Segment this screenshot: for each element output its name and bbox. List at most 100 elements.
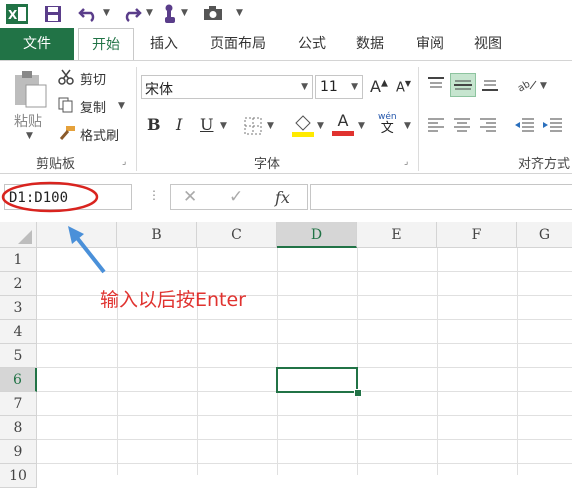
row-header-selected[interactable]: 6 (0, 368, 37, 392)
bold-button[interactable]: B (147, 115, 161, 134)
tab-data[interactable]: 数据 (346, 28, 394, 60)
tab-review[interactable]: 审阅 (406, 28, 454, 60)
tab-file[interactable]: 文件 (0, 28, 74, 60)
fill-handle[interactable] (354, 389, 362, 397)
cancel-icon[interactable]: ✕ (183, 187, 197, 207)
align-right-icon[interactable] (478, 117, 498, 133)
fill-color-dropdown-icon[interactable]: ▼ (317, 121, 324, 131)
clipboard-launcher-icon[interactable]: ⌟ (122, 157, 126, 167)
font-color-dropdown-icon[interactable]: ▼ (358, 121, 365, 131)
save-icon[interactable] (44, 5, 62, 23)
column-header[interactable]: F (437, 222, 517, 248)
font-color-label: A (337, 111, 349, 130)
customize-icon[interactable]: ▼ (236, 8, 243, 18)
column-header-selected[interactable]: D (277, 222, 357, 248)
format-painter-icon[interactable] (58, 125, 76, 141)
underline-button[interactable]: U (200, 115, 213, 134)
formula-buttons: ✕ ✓ fx (170, 184, 308, 210)
svg-text:X: X (8, 8, 18, 22)
phonetic-char: 文 (380, 121, 394, 136)
increase-indent-icon[interactable] (542, 117, 564, 133)
format-painter-button[interactable]: 格式刷 (80, 125, 119, 144)
row-header[interactable]: 5 (0, 344, 37, 368)
tab-view[interactable]: 视图 (464, 28, 512, 60)
font-launcher-icon[interactable]: ⌟ (404, 157, 408, 167)
formula-bar: D1:D100 ⋮ ✕ ✓ fx (0, 178, 572, 218)
camera-icon[interactable] (203, 5, 223, 21)
undo-icon[interactable] (78, 5, 100, 23)
align-left-icon[interactable] (426, 117, 446, 133)
excel-icon[interactable]: X (6, 4, 28, 24)
undo-dropdown-icon[interactable]: ▼ (103, 8, 110, 18)
divider (418, 67, 419, 171)
underline-dropdown-icon[interactable]: ▼ (220, 121, 227, 131)
column-header[interactable]: B (117, 222, 197, 248)
borders-icon[interactable] (244, 117, 262, 135)
gridline (517, 248, 518, 475)
ribbon-tabs: 文件 开始 插入 页面布局 公式 数据 审阅 视图 (0, 28, 572, 62)
column-header[interactable]: G (517, 222, 572, 248)
row-header[interactable]: 9 (0, 440, 37, 464)
font-size-select[interactable]: 11 ▼ (315, 75, 363, 99)
column-header[interactable]: C (197, 222, 277, 248)
decrease-font-icon[interactable]: A▼ (396, 79, 411, 95)
copy-dropdown-icon[interactable]: ▼ (118, 101, 125, 111)
copy-icon[interactable] (58, 97, 74, 113)
align-middle-button[interactable] (450, 73, 476, 97)
clipboard-group-label: 剪贴板 (36, 157, 76, 172)
annotation-arrow (68, 226, 106, 274)
redo-icon[interactable] (120, 5, 142, 23)
ribbon: 粘贴 ▼ 剪切 复制 ▼ 格式刷 剪贴板 ⌟ 宋体 ▼ 11 ▼ A▲ A▼ B… (0, 60, 572, 174)
tab-insert[interactable]: 插入 (140, 28, 188, 60)
borders-dropdown-icon[interactable]: ▼ (267, 121, 274, 131)
orientation-icon[interactable]: ab (516, 75, 538, 93)
copy-button[interactable]: 复制 (80, 97, 106, 116)
divider (136, 67, 137, 171)
row-header[interactable]: 1 (0, 248, 37, 272)
alignment-group-label: 对齐方式 (518, 157, 571, 172)
font-size-dropdown-icon[interactable]: ▼ (351, 82, 358, 92)
fill-color-icon[interactable] (292, 113, 314, 137)
decrease-indent-icon[interactable] (514, 117, 536, 133)
row-header[interactable]: 2 (0, 272, 37, 296)
touch-mode-icon[interactable] (162, 3, 178, 25)
redo-dropdown-icon[interactable]: ▼ (146, 8, 153, 18)
font-name-select[interactable]: 宋体 ▼ (141, 75, 313, 99)
insert-function-button[interactable]: fx (275, 188, 290, 207)
align-top-icon[interactable] (426, 75, 446, 93)
align-center-icon[interactable] (452, 117, 472, 133)
paste-icon[interactable] (12, 69, 48, 109)
gridline (437, 248, 438, 475)
increase-font-icon[interactable]: A▲ (370, 77, 388, 96)
row-header[interactable]: 8 (0, 416, 37, 440)
formula-bar-options-icon[interactable]: ⋮ (148, 188, 160, 202)
touch-dropdown-icon[interactable]: ▼ (181, 8, 188, 18)
tab-page-layout[interactable]: 页面布局 (200, 28, 276, 60)
font-color-swatch (332, 131, 354, 136)
font-name-value: 宋体 (145, 82, 173, 98)
select-all-corner[interactable] (0, 222, 37, 248)
svg-text:ab: ab (516, 79, 532, 93)
gridline (357, 248, 358, 475)
tab-home[interactable]: 开始 (78, 28, 134, 62)
cut-icon[interactable] (58, 69, 74, 85)
phonetic-guide-button[interactable]: wén 文 (378, 111, 397, 135)
italic-button[interactable]: I (176, 115, 182, 134)
font-color-button[interactable]: A (332, 111, 354, 137)
paste-dropdown-icon[interactable]: ▼ (26, 131, 33, 141)
column-header[interactable]: E (357, 222, 437, 248)
row-header[interactable]: 4 (0, 320, 37, 344)
paste-button[interactable]: 粘贴 (14, 111, 42, 131)
active-cell-D6[interactable] (276, 367, 358, 393)
align-bottom-icon[interactable] (480, 75, 500, 93)
row-header[interactable]: 7 (0, 392, 37, 416)
formula-input[interactable] (310, 184, 572, 210)
row-header[interactable]: 3 (0, 296, 37, 320)
cut-button[interactable]: 剪切 (80, 69, 106, 88)
phonetic-dropdown-icon[interactable]: ▼ (404, 121, 411, 131)
tab-formulas[interactable]: 公式 (288, 28, 336, 60)
row-header[interactable]: 10 (0, 464, 37, 488)
font-name-dropdown-icon[interactable]: ▼ (301, 82, 308, 92)
orientation-dropdown-icon[interactable]: ▼ (540, 81, 547, 91)
enter-icon[interactable]: ✓ (229, 187, 243, 207)
